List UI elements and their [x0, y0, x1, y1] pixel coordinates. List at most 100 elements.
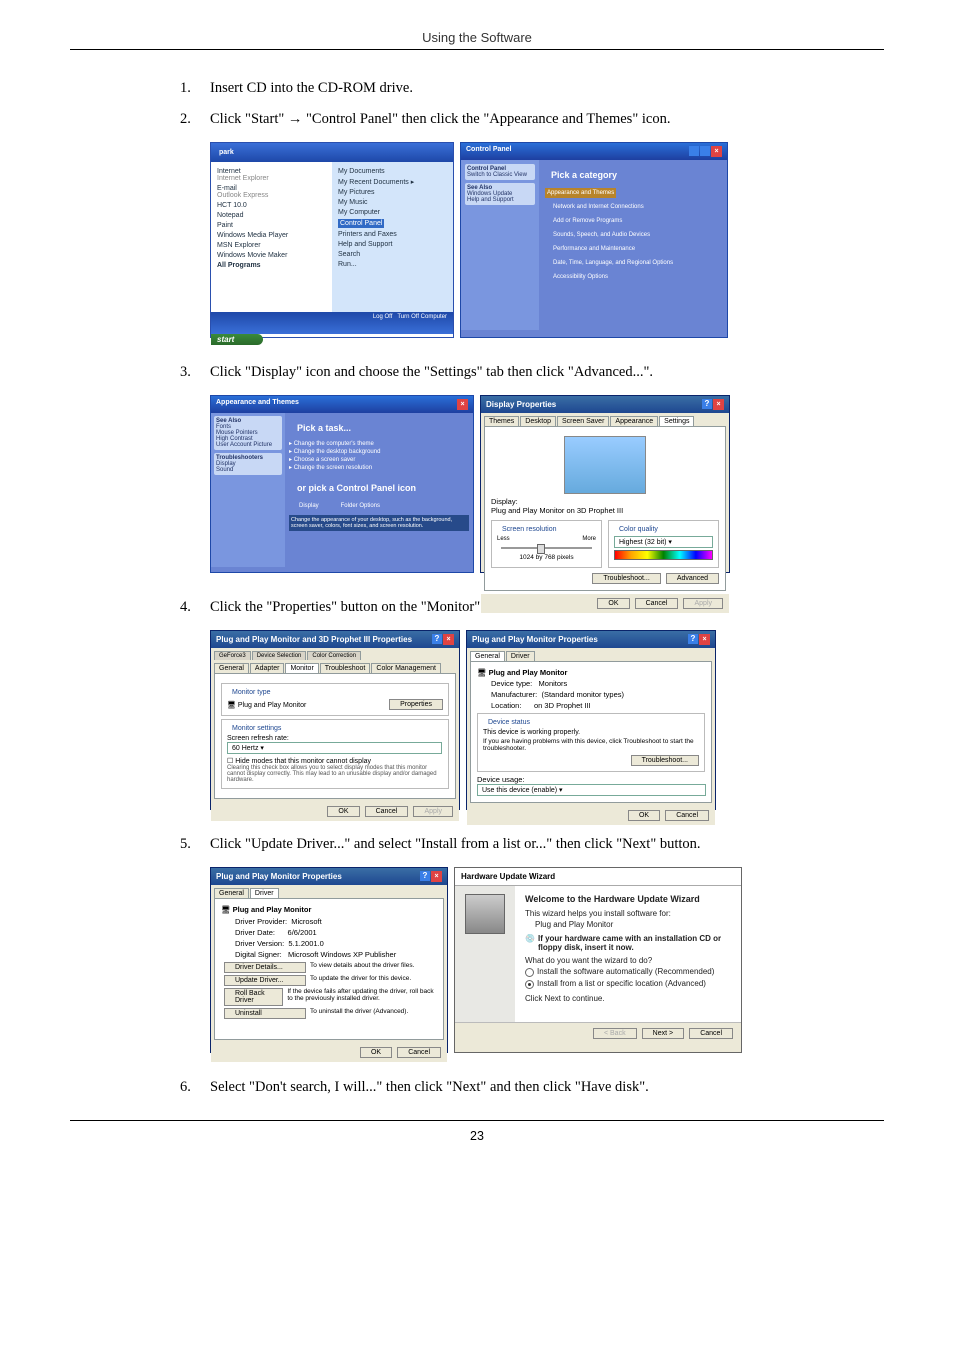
cp-side: Control PanelSwitch to Classic View	[465, 164, 535, 180]
update-driver-button: Update Driver...	[224, 975, 306, 986]
sm-item: Printers and Faxes	[338, 229, 447, 239]
at-pick-task: Pick a task...	[289, 417, 469, 439]
pnpd-tab-general: General	[214, 888, 249, 898]
resolution-slider-icon	[501, 547, 592, 549]
screenshot-start-menu: park InternetInternet Explorer E-mailOut…	[210, 142, 454, 338]
adv-monset: Monitor settings	[230, 725, 283, 732]
apply-button: Apply	[683, 598, 723, 609]
step-5-num: 5.	[180, 836, 210, 853]
cp-cat: Performance and Maintenance	[553, 246, 635, 252]
rollback-driver-button: Roll Back Driver	[224, 988, 283, 1006]
pnp-tab-driver: Driver	[506, 651, 535, 661]
adv-tab: General	[214, 663, 249, 673]
cp-side: See AlsoWindows UpdateHelp and Support	[465, 183, 535, 205]
monitor-preview-icon	[564, 436, 646, 494]
sm-item: Windows Media Player	[217, 230, 326, 240]
screenshot-display-properties: Display Properties?× Themes Desktop Scre…	[480, 395, 730, 573]
ok-button: OK	[360, 1047, 392, 1058]
at-icon-display: Display	[299, 503, 319, 509]
wiz-opt1: Install the software automatically (Reco…	[525, 967, 731, 977]
sm-control-panel: Control Panel	[338, 217, 447, 229]
step-5: 5. Click "Update Driver..." and select "…	[180, 836, 884, 853]
sm-item: Windows Movie Maker	[217, 250, 326, 260]
cp-appearance-themes: Appearance and Themes	[545, 188, 616, 198]
adv-tab: Adapter	[250, 663, 285, 673]
wiz-opt2: Install from a list or specific location…	[525, 979, 731, 989]
screenshot-pnp-general: Plug and Play Monitor Properties?× Gener…	[466, 630, 716, 810]
page-number: 23	[70, 1129, 884, 1143]
dp-res-label: Screen resolution	[500, 526, 558, 533]
step-6: 6. Select "Don't search, I will..." then…	[180, 1079, 884, 1096]
cp-cat: Date, Time, Language, and Regional Optio…	[553, 260, 673, 266]
step-2-num: 2.	[180, 111, 210, 128]
wiz-cd: If your hardware came with an installati…	[538, 934, 731, 952]
pnp-title: Plug and Play Monitor Properties	[472, 635, 598, 644]
screenshot-control-panel: Control Panel× Control PanelSwitch to Cl…	[460, 142, 728, 338]
at-title: Appearance and Themes	[216, 399, 299, 410]
dp-tab: Screen Saver	[557, 416, 609, 426]
dp-title: Display Properties	[486, 400, 556, 409]
cp-title: Control Panel	[466, 146, 512, 157]
wiz-line1: This wizard helps you install software f…	[525, 909, 731, 918]
wiz-what: What do you want the wizard to do?	[525, 956, 731, 965]
pnp-usage-val: Use this device (enable) ▾	[477, 784, 706, 796]
adv-refresh-label: Screen refresh rate:	[227, 735, 443, 742]
wiz-cont: Click Next to continue.	[525, 994, 731, 1003]
sm-item: Paint	[217, 220, 326, 230]
adv-hide: Hide modes that this monitor cannot disp…	[235, 758, 371, 765]
screenshot-advanced-monitor: Plug and Play Monitor and 3D Prophet III…	[210, 630, 460, 810]
sm-all-programs: All Programs	[217, 260, 326, 270]
step-6-text: Select "Don't search, I will..." then cl…	[210, 1079, 884, 1096]
adv-properties-button: Properties	[389, 699, 443, 710]
dp-display: Display:Plug and Play Monitor on 3D Prop…	[491, 497, 719, 515]
adv-tab: Color Correction	[307, 651, 361, 660]
step-3-text: Click "Display" icon and choose the "Set…	[210, 364, 884, 381]
dp-tab: Themes	[484, 416, 519, 426]
header-rule	[70, 49, 884, 50]
at-task: ▸ Choose a screen saver	[289, 456, 469, 463]
at-side: See Also FontsMouse Pointers High Contra…	[214, 416, 282, 450]
step-2-text: Click "Start" → "Control Panel" then cli…	[210, 111, 884, 128]
at-side2: TroubleshootersDisplaySound	[214, 453, 282, 475]
start-menu-user: park	[211, 143, 453, 162]
color-quality-bar-icon	[614, 550, 713, 560]
adv-tab: GeForce3	[214, 651, 251, 660]
adv-tab: Color Management	[371, 663, 441, 673]
cp-cat: Network and Internet Connections	[553, 204, 644, 210]
cp-cat: Add or Remove Programs	[553, 218, 622, 224]
at-orpick: or pick a Control Panel icon	[289, 477, 469, 499]
start-button: start	[211, 334, 263, 345]
footer-rule	[70, 1120, 884, 1121]
pnp-usage-label: Device usage:	[477, 775, 705, 784]
step-1: 1. Insert CD into the CD-ROM drive.	[180, 80, 884, 97]
adv-refresh-val: 60 Hertz ▾	[227, 742, 442, 754]
pnp-troubleshoot-button: Troubleshoot...	[631, 755, 699, 766]
ok-button: OK	[327, 806, 359, 817]
sm-item: Run...	[338, 259, 447, 269]
step-2: 2. Click "Start" → "Control Panel" then …	[180, 111, 884, 128]
dp-troubleshoot-button: Troubleshoot...	[592, 573, 660, 584]
dp-advanced-button: Advanced	[666, 573, 719, 584]
page-header: Using the Software	[70, 30, 884, 45]
sm-item: Notepad	[217, 210, 326, 220]
wiz-welcome: Welcome to the Hardware Update Wizard	[525, 894, 731, 904]
sm-item: My Documents	[338, 166, 447, 176]
at-task: ▸ Change the computer's theme	[289, 440, 469, 447]
pnpd-tab-driver: Driver	[250, 888, 279, 898]
sm-item: My Computer	[338, 207, 447, 217]
wiz-cancel-button: Cancel	[689, 1028, 733, 1039]
at-icon: Folder Options	[341, 503, 380, 509]
ok-button: OK	[628, 810, 660, 821]
cancel-button: Cancel	[665, 810, 709, 821]
step-3-num: 3.	[180, 364, 210, 381]
wiz-back-button: < Back	[593, 1028, 637, 1039]
dp-cq-val: Highest (32 bit) ▾	[614, 536, 713, 548]
adv-tab-monitor: Monitor	[285, 663, 318, 673]
pnpd-title: Plug and Play Monitor Properties	[216, 872, 342, 881]
sm-item: Search	[338, 249, 447, 259]
sm-item: My Pictures	[338, 187, 447, 197]
pnp-tab-general: General	[470, 651, 505, 661]
screenshot-pnp-driver: Plug and Play Monitor Properties?× Gener…	[210, 867, 448, 1053]
step-5-text: Click "Update Driver..." and select "Ins…	[210, 836, 884, 853]
sm-item: HCT 10.0	[217, 200, 326, 210]
